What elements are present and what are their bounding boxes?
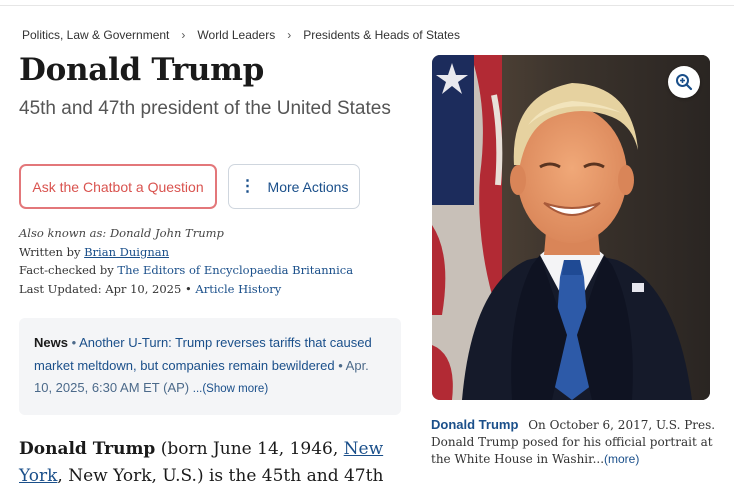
also-known-as: Also known as: Donald John Trump xyxy=(19,226,224,240)
portrait-illustration xyxy=(432,55,710,400)
written-by-line: Written by Brian Duignan xyxy=(19,243,353,262)
intro-rest: , New York, U.S.) is the 45th and 47th xyxy=(57,466,384,486)
portrait-image[interactable] xyxy=(432,55,710,400)
magnifier-plus-glyph xyxy=(676,74,693,91)
top-border xyxy=(0,0,734,6)
last-updated-line: Last Updated: Apr 10, 2025 • Article His… xyxy=(19,280,353,299)
fact-checked-line: Fact-checked by The Editors of Encyclopa… xyxy=(19,261,353,280)
author-link[interactable]: Brian Duignan xyxy=(84,245,169,259)
page-subtitle: 45th and 47th president of the United St… xyxy=(19,98,391,119)
news-box: News • Another U-Turn: Trump reverses ta… xyxy=(19,318,401,415)
breadcrumb-item-presidents[interactable]: Presidents & Heads of States xyxy=(303,28,460,42)
vertical-dots-icon: ⋮ xyxy=(239,177,256,195)
news-show-more-link[interactable]: ...(Show more) xyxy=(193,383,268,395)
fact-checked-label: Fact-checked by xyxy=(19,263,114,277)
ask-chatbot-button[interactable]: Ask the Chatbot a Question xyxy=(19,164,217,209)
written-by-label: Written by xyxy=(19,244,81,259)
zoom-in-icon[interactable] xyxy=(668,66,700,98)
fact-checker-link[interactable]: The Editors of Encyclopaedia Britannica xyxy=(117,263,353,277)
breadcrumb: Politics, Law & Government › World Leade… xyxy=(22,28,460,42)
news-bullet: • xyxy=(71,335,77,350)
breadcrumb-item-world-leaders[interactable]: World Leaders xyxy=(197,28,275,42)
article-history-link[interactable]: Article History xyxy=(195,282,281,296)
bullet-separator: • xyxy=(184,281,192,296)
intro-name: Donald Trump xyxy=(19,439,156,459)
image-caption: Donald Trump On October 6, 2017, U.S. Pr… xyxy=(431,416,721,468)
breadcrumb-item-politics[interactable]: Politics, Law & Government xyxy=(22,28,169,42)
chevron-right-icon: › xyxy=(287,28,292,42)
intro-born: (born June 14, 1946, xyxy=(155,439,344,459)
page-title: Donald Trump xyxy=(19,52,264,88)
article-intro: Donald Trump (born June 14, 1946, New Yo… xyxy=(19,436,389,486)
news-headline-link[interactable]: Another U-Turn: Trump reverses tariffs t… xyxy=(34,335,372,373)
ask-chatbot-label: Ask the Chatbot a Question xyxy=(32,178,204,195)
caption-more-link[interactable]: (more) xyxy=(604,452,639,466)
more-actions-label: More Actions xyxy=(267,178,349,195)
caption-name-link[interactable]: Donald Trump xyxy=(431,417,518,432)
more-actions-button[interactable]: ⋮ More Actions xyxy=(228,164,360,209)
article-meta: Also known as: Donald John Trump Written… xyxy=(19,224,353,298)
news-label: News xyxy=(34,335,68,350)
chevron-right-icon: › xyxy=(181,28,186,42)
last-updated-label: Last Updated: Apr 10, 2025 xyxy=(19,281,182,296)
